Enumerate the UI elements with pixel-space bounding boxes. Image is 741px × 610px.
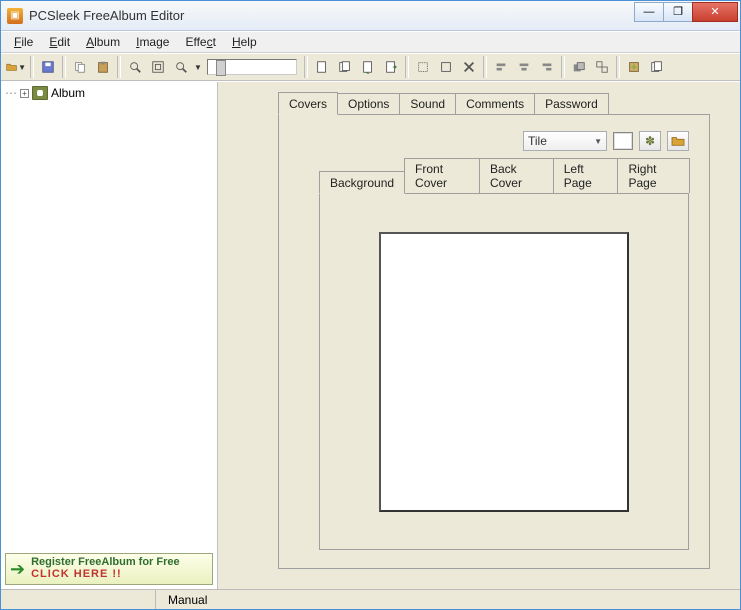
subtab-back-cover[interactable]: Back Cover — [479, 158, 554, 193]
expand-icon[interactable]: + — [20, 89, 29, 98]
tab-sound[interactable]: Sound — [399, 93, 456, 114]
separator — [405, 56, 409, 78]
subtab-left-page[interactable]: Left Page — [553, 158, 619, 193]
main-tabs: Covers Options Sound Comments Password T… — [278, 92, 710, 569]
save-button[interactable] — [37, 56, 59, 78]
next-page-button[interactable] — [380, 56, 402, 78]
zoom-slider-dropdown[interactable]: ▼ — [193, 63, 202, 72]
menu-edit[interactable]: Edit — [42, 33, 77, 51]
separator — [304, 56, 308, 78]
minimize-button[interactable]: — — [634, 2, 664, 22]
delete-button[interactable] — [458, 56, 480, 78]
paste-button[interactable] — [92, 56, 114, 78]
menu-file[interactable]: File — [7, 33, 40, 51]
subtab-front-cover[interactable]: Front Cover — [404, 158, 480, 193]
menubar: File Edit Album Image Effect Help — [1, 31, 740, 53]
tab-covers[interactable]: Covers — [278, 92, 338, 115]
color-swatch[interactable] — [613, 132, 633, 150]
main-tabstrip: Covers Options Sound Comments Password — [278, 92, 710, 114]
separator — [483, 56, 487, 78]
zoom-slider[interactable] — [207, 59, 297, 75]
separator — [62, 56, 66, 78]
subtab-right-page[interactable]: Right Page — [617, 158, 690, 193]
copy-button[interactable] — [69, 56, 91, 78]
separator — [561, 56, 565, 78]
tab-body-covers: Tile ▼ ✽ Background Front Cover Back Cov… — [278, 114, 710, 569]
stamp-button[interactable] — [412, 56, 434, 78]
chevron-down-icon: ▼ — [18, 63, 26, 72]
combo-value: Tile — [528, 134, 547, 148]
close-button[interactable]: ✕ — [692, 2, 738, 22]
sub-tabstrip: Background Front Cover Back Cover Left P… — [319, 171, 689, 193]
align-right-button[interactable] — [536, 56, 558, 78]
zoom-in-button[interactable] — [124, 56, 146, 78]
refresh-button[interactable]: ✽ — [639, 131, 661, 151]
fill-mode-combo[interactable]: Tile ▼ — [523, 131, 607, 151]
separator — [117, 56, 121, 78]
align-center-button[interactable] — [513, 56, 535, 78]
menu-album[interactable]: Album — [79, 33, 127, 51]
align-left-button[interactable] — [490, 56, 512, 78]
new-page-button[interactable] — [311, 56, 333, 78]
menu-image[interactable]: Image — [129, 33, 176, 51]
separator — [30, 56, 34, 78]
album-tree[interactable]: ⋯ + Album — [1, 82, 217, 549]
main-panel: Covers Options Sound Comments Password T… — [218, 82, 740, 589]
status-cell-2: Manual — [156, 593, 219, 607]
arrow-right-icon: ➔ — [10, 559, 25, 580]
page-stack-button[interactable] — [334, 56, 356, 78]
menu-effect[interactable]: Effect — [178, 33, 222, 51]
separator — [616, 56, 620, 78]
fit-screen-button[interactable] — [147, 56, 169, 78]
page-preview — [379, 232, 629, 512]
sidebar: ⋯ + Album ➔ Register FreeAlbum for Free … — [1, 82, 218, 589]
album-icon — [32, 86, 48, 100]
rect-select-button[interactable] — [435, 56, 457, 78]
tab-password[interactable]: Password — [534, 93, 609, 114]
cover-canvas[interactable] — [319, 193, 689, 550]
publish-button[interactable] — [623, 56, 645, 78]
tree-root-item[interactable]: ⋯ + Album — [5, 86, 213, 100]
status-cell-1 — [1, 590, 156, 609]
maximize-button[interactable]: ❐ — [663, 2, 693, 22]
cover-subtabs: Background Front Cover Back Cover Left P… — [319, 171, 689, 550]
statusbar: Manual — [1, 589, 740, 609]
register-line2: CLICK HERE !! — [31, 569, 180, 581]
tree-root-label: Album — [51, 86, 85, 100]
ungroup-button[interactable] — [591, 56, 613, 78]
tab-options[interactable]: Options — [337, 93, 400, 114]
chevron-down-icon: ▼ — [594, 137, 602, 146]
open-button[interactable]: ▼ — [5, 56, 27, 78]
layers-button[interactable] — [568, 56, 590, 78]
zoom-out-button[interactable] — [170, 56, 192, 78]
app-window: ▣ PCSleek FreeAlbum Editor — ❐ ✕ File Ed… — [0, 0, 741, 610]
duplicate-page-button[interactable] — [357, 56, 379, 78]
window-title: PCSleek FreeAlbum Editor — [29, 8, 634, 23]
copy-page-button[interactable] — [646, 56, 668, 78]
menu-help[interactable]: Help — [225, 33, 264, 51]
app-icon: ▣ — [7, 8, 23, 24]
toolbar: ▼ ▼ — [1, 53, 740, 81]
tab-comments[interactable]: Comments — [455, 93, 535, 114]
register-banner[interactable]: ➔ Register FreeAlbum for Free CLICK HERE… — [5, 553, 213, 585]
titlebar[interactable]: ▣ PCSleek FreeAlbum Editor — ❐ ✕ — [1, 1, 740, 31]
chevron-down-icon: ▼ — [194, 63, 202, 72]
subtab-background[interactable]: Background — [319, 171, 405, 194]
browse-button[interactable] — [667, 131, 689, 151]
client-area: ⋯ + Album ➔ Register FreeAlbum for Free … — [1, 81, 740, 589]
